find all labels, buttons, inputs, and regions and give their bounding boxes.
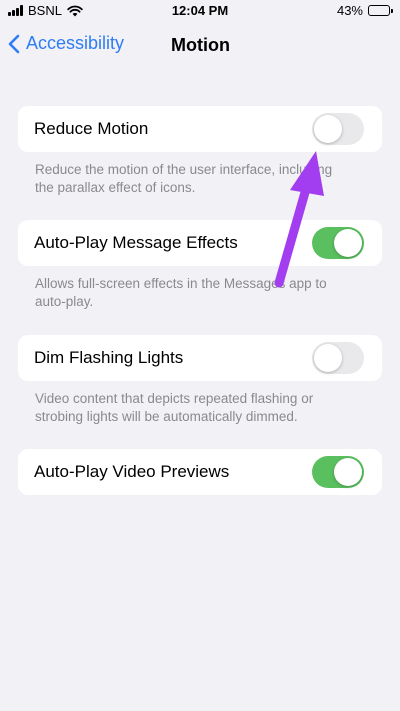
footnote-line: auto-play. [35, 294, 94, 309]
toggle-knob [314, 344, 342, 372]
setting-label-dim-flashing-lights: Dim Flashing Lights [34, 348, 184, 367]
setting-row-auto-play-message-effects: Auto-Play Message Effects [18, 220, 382, 266]
footnote-line: the parallax effect of icons. [35, 180, 196, 195]
reduce-motion-toggle[interactable] [312, 113, 364, 145]
battery-percentage: 43% [336, 3, 363, 18]
status-bar: BSNL 12:04 PM 43% [0, 0, 400, 24]
setting-row-auto-play-video-previews: Auto-Play Video Previews [18, 449, 382, 495]
footnote-line: strobing lights will be automatically di… [35, 409, 298, 424]
setting-label-auto-play-video-previews: Auto-Play Video Previews [34, 462, 230, 481]
toggle-knob [314, 115, 342, 143]
footnote-auto-play-message-effects: Allows full-screen effects in the Messag… [35, 275, 375, 311]
footnote-line: Video content that depicts repeated flas… [35, 391, 314, 406]
back-button-label: Accessibility [26, 33, 125, 53]
setting-row-reduce-motion: Reduce Motion [18, 106, 382, 152]
footnote-line: Reduce the motion of the user interface,… [35, 162, 333, 177]
toggle-knob [334, 229, 362, 257]
footnote-dim-flashing-lights: Video content that depicts repeated flas… [35, 390, 375, 426]
status-bar-right: 43% [336, 3, 393, 18]
setting-row-dim-flashing-lights: Dim Flashing Lights [18, 335, 382, 381]
chevron-left-icon [8, 34, 20, 53]
setting-label-auto-play-message-effects: Auto-Play Message Effects [34, 233, 238, 252]
footnote-reduce-motion: Reduce the motion of the user interface,… [35, 161, 375, 197]
auto-play-message-effects-toggle[interactable] [312, 227, 364, 259]
battery-icon [368, 5, 393, 16]
back-button[interactable]: Accessibility [8, 33, 124, 54]
navigation-bar: Accessibility Motion [0, 24, 400, 68]
footnote-line: Allows full-screen effects in the Messag… [35, 276, 327, 291]
page-title: Motion [171, 35, 230, 55]
auto-play-video-previews-toggle[interactable] [312, 456, 364, 488]
toggle-knob [334, 458, 362, 486]
dim-flashing-lights-toggle[interactable] [312, 342, 364, 374]
setting-label-reduce-motion: Reduce Motion [34, 119, 149, 138]
